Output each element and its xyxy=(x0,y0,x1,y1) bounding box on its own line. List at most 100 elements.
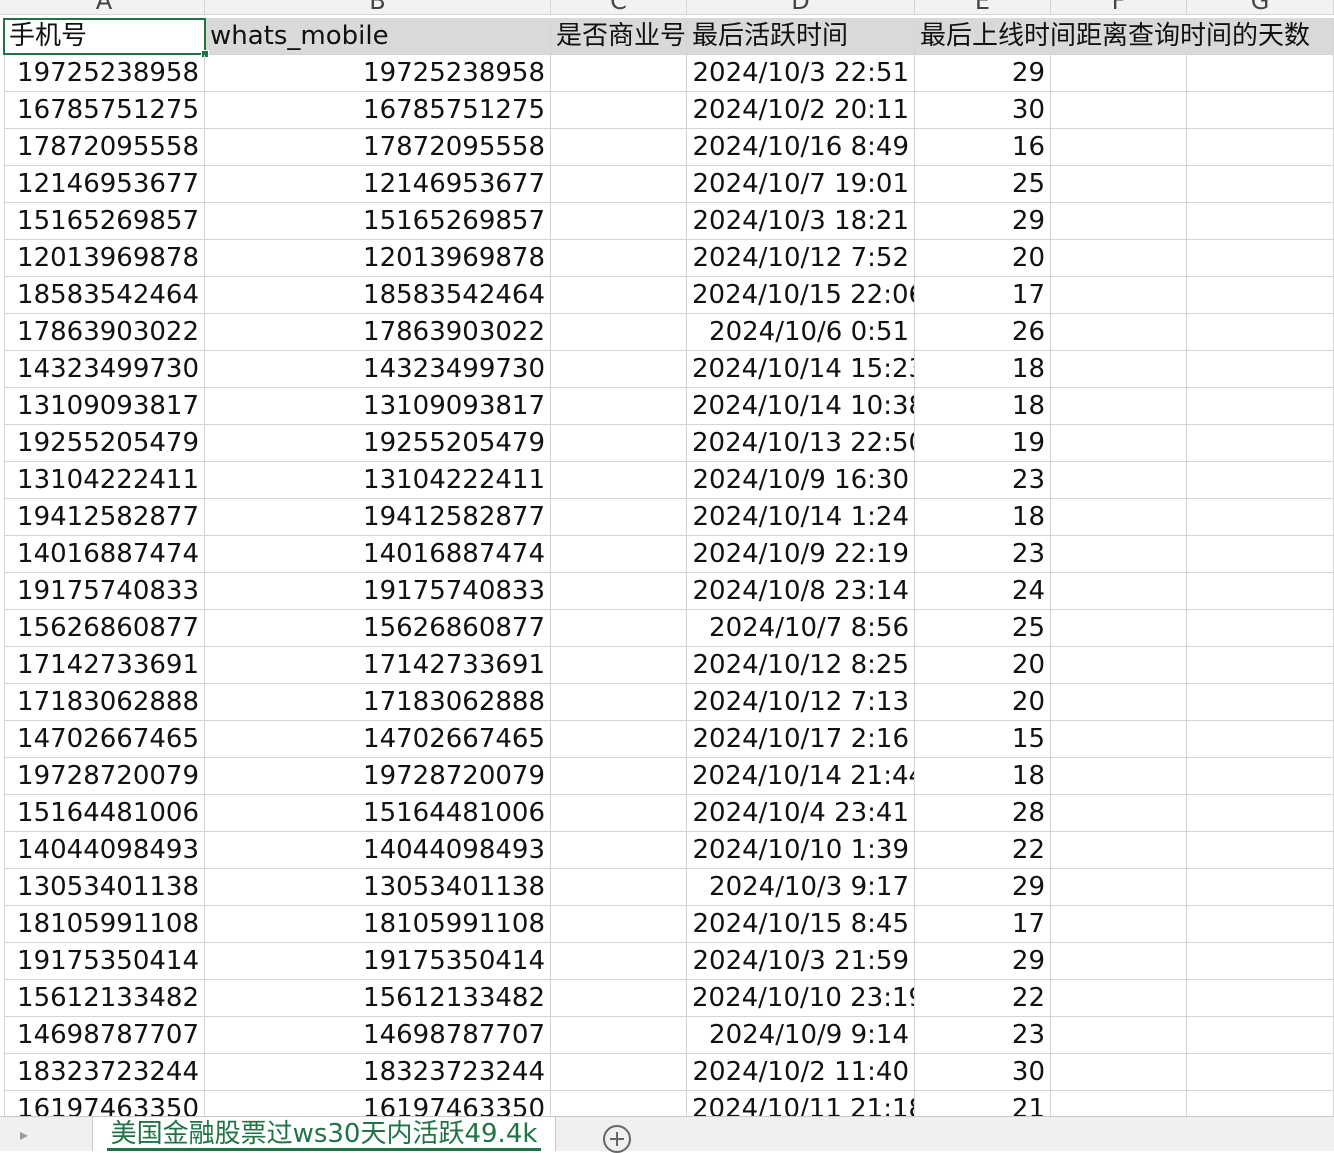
cell-empty-f[interactable] xyxy=(1051,462,1187,499)
cell-phone[interactable]: 16197463350 xyxy=(4,1091,205,1116)
cell-phone[interactable]: 19255205479 xyxy=(4,425,205,462)
cell-empty-f[interactable] xyxy=(1051,1091,1187,1116)
cell-days[interactable]: 16 xyxy=(915,129,1051,166)
cell-last-active[interactable]: 2024/10/14 1:24 xyxy=(687,499,915,536)
cell-empty-g[interactable] xyxy=(1187,499,1334,536)
cell-whats-mobile[interactable]: 13104222411 xyxy=(205,462,551,499)
cell-empty-f[interactable] xyxy=(1051,166,1187,203)
cell-is-business[interactable] xyxy=(551,425,687,462)
cell-days[interactable]: 18 xyxy=(915,499,1051,536)
cell-is-business[interactable] xyxy=(551,536,687,573)
cell-empty-g[interactable] xyxy=(1187,388,1334,425)
cell-last-active[interactable]: 2024/10/10 23:19 xyxy=(687,980,915,1017)
cell-empty-f[interactable] xyxy=(1051,1054,1187,1091)
cell-days[interactable]: 25 xyxy=(915,166,1051,203)
cell-empty-g[interactable] xyxy=(1187,351,1334,388)
cell-whats-mobile[interactable]: 15164481006 xyxy=(205,795,551,832)
cell-is-business[interactable] xyxy=(551,684,687,721)
cell-whats-mobile[interactable]: 15165269857 xyxy=(205,203,551,240)
cell-empty-g[interactable] xyxy=(1187,610,1334,647)
cell-days[interactable]: 19 xyxy=(915,425,1051,462)
cell-is-business[interactable] xyxy=(551,129,687,166)
cell-is-business[interactable] xyxy=(551,240,687,277)
cell-whats-mobile[interactable]: 17142733691 xyxy=(205,647,551,684)
cell-phone[interactable]: 19725238958 xyxy=(4,55,205,92)
cell-phone[interactable]: 14016887474 xyxy=(4,536,205,573)
cell-empty-g[interactable] xyxy=(1187,240,1334,277)
cell-last-active[interactable]: 2024/10/16 8:49 xyxy=(687,129,915,166)
cell-last-active[interactable]: 2024/10/9 16:30 xyxy=(687,462,915,499)
cell-last-active[interactable]: 2024/10/7 19:01 xyxy=(687,166,915,203)
cell-last-active[interactable]: 2024/10/3 18:21 xyxy=(687,203,915,240)
cell-phone[interactable]: 15164481006 xyxy=(4,795,205,832)
cell-whats-mobile[interactable]: 14698787707 xyxy=(205,1017,551,1054)
cell-empty-g[interactable] xyxy=(1187,129,1334,166)
cell-empty-f[interactable] xyxy=(1051,240,1187,277)
cell-is-business[interactable] xyxy=(551,573,687,610)
cell-empty-f[interactable] xyxy=(1051,832,1187,869)
cell-is-business[interactable] xyxy=(551,92,687,129)
cell-days[interactable]: 15 xyxy=(915,721,1051,758)
cell-phone[interactable]: 17142733691 xyxy=(4,647,205,684)
header-cell-days-since-online[interactable]: 最后上线时间距离查询时间的天数 xyxy=(915,18,1334,55)
cell-whats-mobile[interactable]: 19255205479 xyxy=(205,425,551,462)
cell-empty-g[interactable] xyxy=(1187,314,1334,351)
cell-last-active[interactable]: 2024/10/6 0:51 xyxy=(687,314,915,351)
cell-last-active[interactable]: 2024/10/4 23:41 xyxy=(687,795,915,832)
cell-last-active[interactable]: 2024/10/12 7:13 xyxy=(687,684,915,721)
cell-is-business[interactable] xyxy=(551,795,687,832)
cell-empty-g[interactable] xyxy=(1187,980,1334,1017)
cell-whats-mobile[interactable]: 12146953677 xyxy=(205,166,551,203)
cell-empty-f[interactable] xyxy=(1051,758,1187,795)
cell-whats-mobile[interactable]: 14323499730 xyxy=(205,351,551,388)
cell-last-active[interactable]: 2024/10/12 8:25 xyxy=(687,647,915,684)
cell-phone[interactable]: 14702667465 xyxy=(4,721,205,758)
cell-empty-g[interactable] xyxy=(1187,425,1334,462)
cell-last-active[interactable]: 2024/10/3 21:59 xyxy=(687,943,915,980)
cell-whats-mobile[interactable]: 16785751275 xyxy=(205,92,551,129)
header-cell-last-active[interactable]: 最后活跃时间 xyxy=(687,18,915,55)
cell-phone[interactable]: 12013969878 xyxy=(4,240,205,277)
sheet-tab-active[interactable]: 美国金融股票过ws30天内活跃49.4k xyxy=(92,1117,556,1151)
cell-last-active[interactable]: 2024/10/11 21:18 xyxy=(687,1091,915,1116)
cell-empty-f[interactable] xyxy=(1051,906,1187,943)
cell-days[interactable]: 23 xyxy=(915,462,1051,499)
cell-whats-mobile[interactable]: 17872095558 xyxy=(205,129,551,166)
cell-empty-f[interactable] xyxy=(1051,351,1187,388)
cell-is-business[interactable] xyxy=(551,1017,687,1054)
cell-phone[interactable]: 19412582877 xyxy=(4,499,205,536)
cell-empty-g[interactable] xyxy=(1187,869,1334,906)
cell-empty-f[interactable] xyxy=(1051,980,1187,1017)
cell-is-business[interactable] xyxy=(551,55,687,92)
cell-whats-mobile[interactable]: 17863903022 xyxy=(205,314,551,351)
cell-empty-f[interactable] xyxy=(1051,795,1187,832)
cell-whats-mobile[interactable]: 13109093817 xyxy=(205,388,551,425)
cell-empty-g[interactable] xyxy=(1187,166,1334,203)
cell-whats-mobile[interactable]: 12013969878 xyxy=(205,240,551,277)
cell-empty-f[interactable] xyxy=(1051,684,1187,721)
cell-whats-mobile[interactable]: 19412582877 xyxy=(205,499,551,536)
cell-whats-mobile[interactable]: 18583542464 xyxy=(205,277,551,314)
cell-phone[interactable]: 19175350414 xyxy=(4,943,205,980)
cell-empty-g[interactable] xyxy=(1187,462,1334,499)
cell-empty-g[interactable] xyxy=(1187,906,1334,943)
cell-last-active[interactable]: 2024/10/10 1:39 xyxy=(687,832,915,869)
cell-is-business[interactable] xyxy=(551,980,687,1017)
cell-is-business[interactable] xyxy=(551,610,687,647)
cell-days[interactable]: 24 xyxy=(915,573,1051,610)
cell-whats-mobile[interactable]: 19175740833 xyxy=(205,573,551,610)
cell-empty-g[interactable] xyxy=(1187,943,1334,980)
cell-is-business[interactable] xyxy=(551,314,687,351)
cell-whats-mobile[interactable]: 14016887474 xyxy=(205,536,551,573)
cell-whats-mobile[interactable]: 15626860877 xyxy=(205,610,551,647)
cell-days[interactable]: 30 xyxy=(915,1054,1051,1091)
cell-days[interactable]: 21 xyxy=(915,1091,1051,1116)
cell-empty-g[interactable] xyxy=(1187,277,1334,314)
cell-empty-g[interactable] xyxy=(1187,1054,1334,1091)
cell-last-active[interactable]: 2024/10/14 21:44 xyxy=(687,758,915,795)
cell-is-business[interactable] xyxy=(551,758,687,795)
cell-days[interactable]: 18 xyxy=(915,758,1051,795)
cell-last-active[interactable]: 2024/10/14 15:23 xyxy=(687,351,915,388)
cell-phone[interactable]: 18583542464 xyxy=(4,277,205,314)
cell-phone[interactable]: 19175740833 xyxy=(4,573,205,610)
